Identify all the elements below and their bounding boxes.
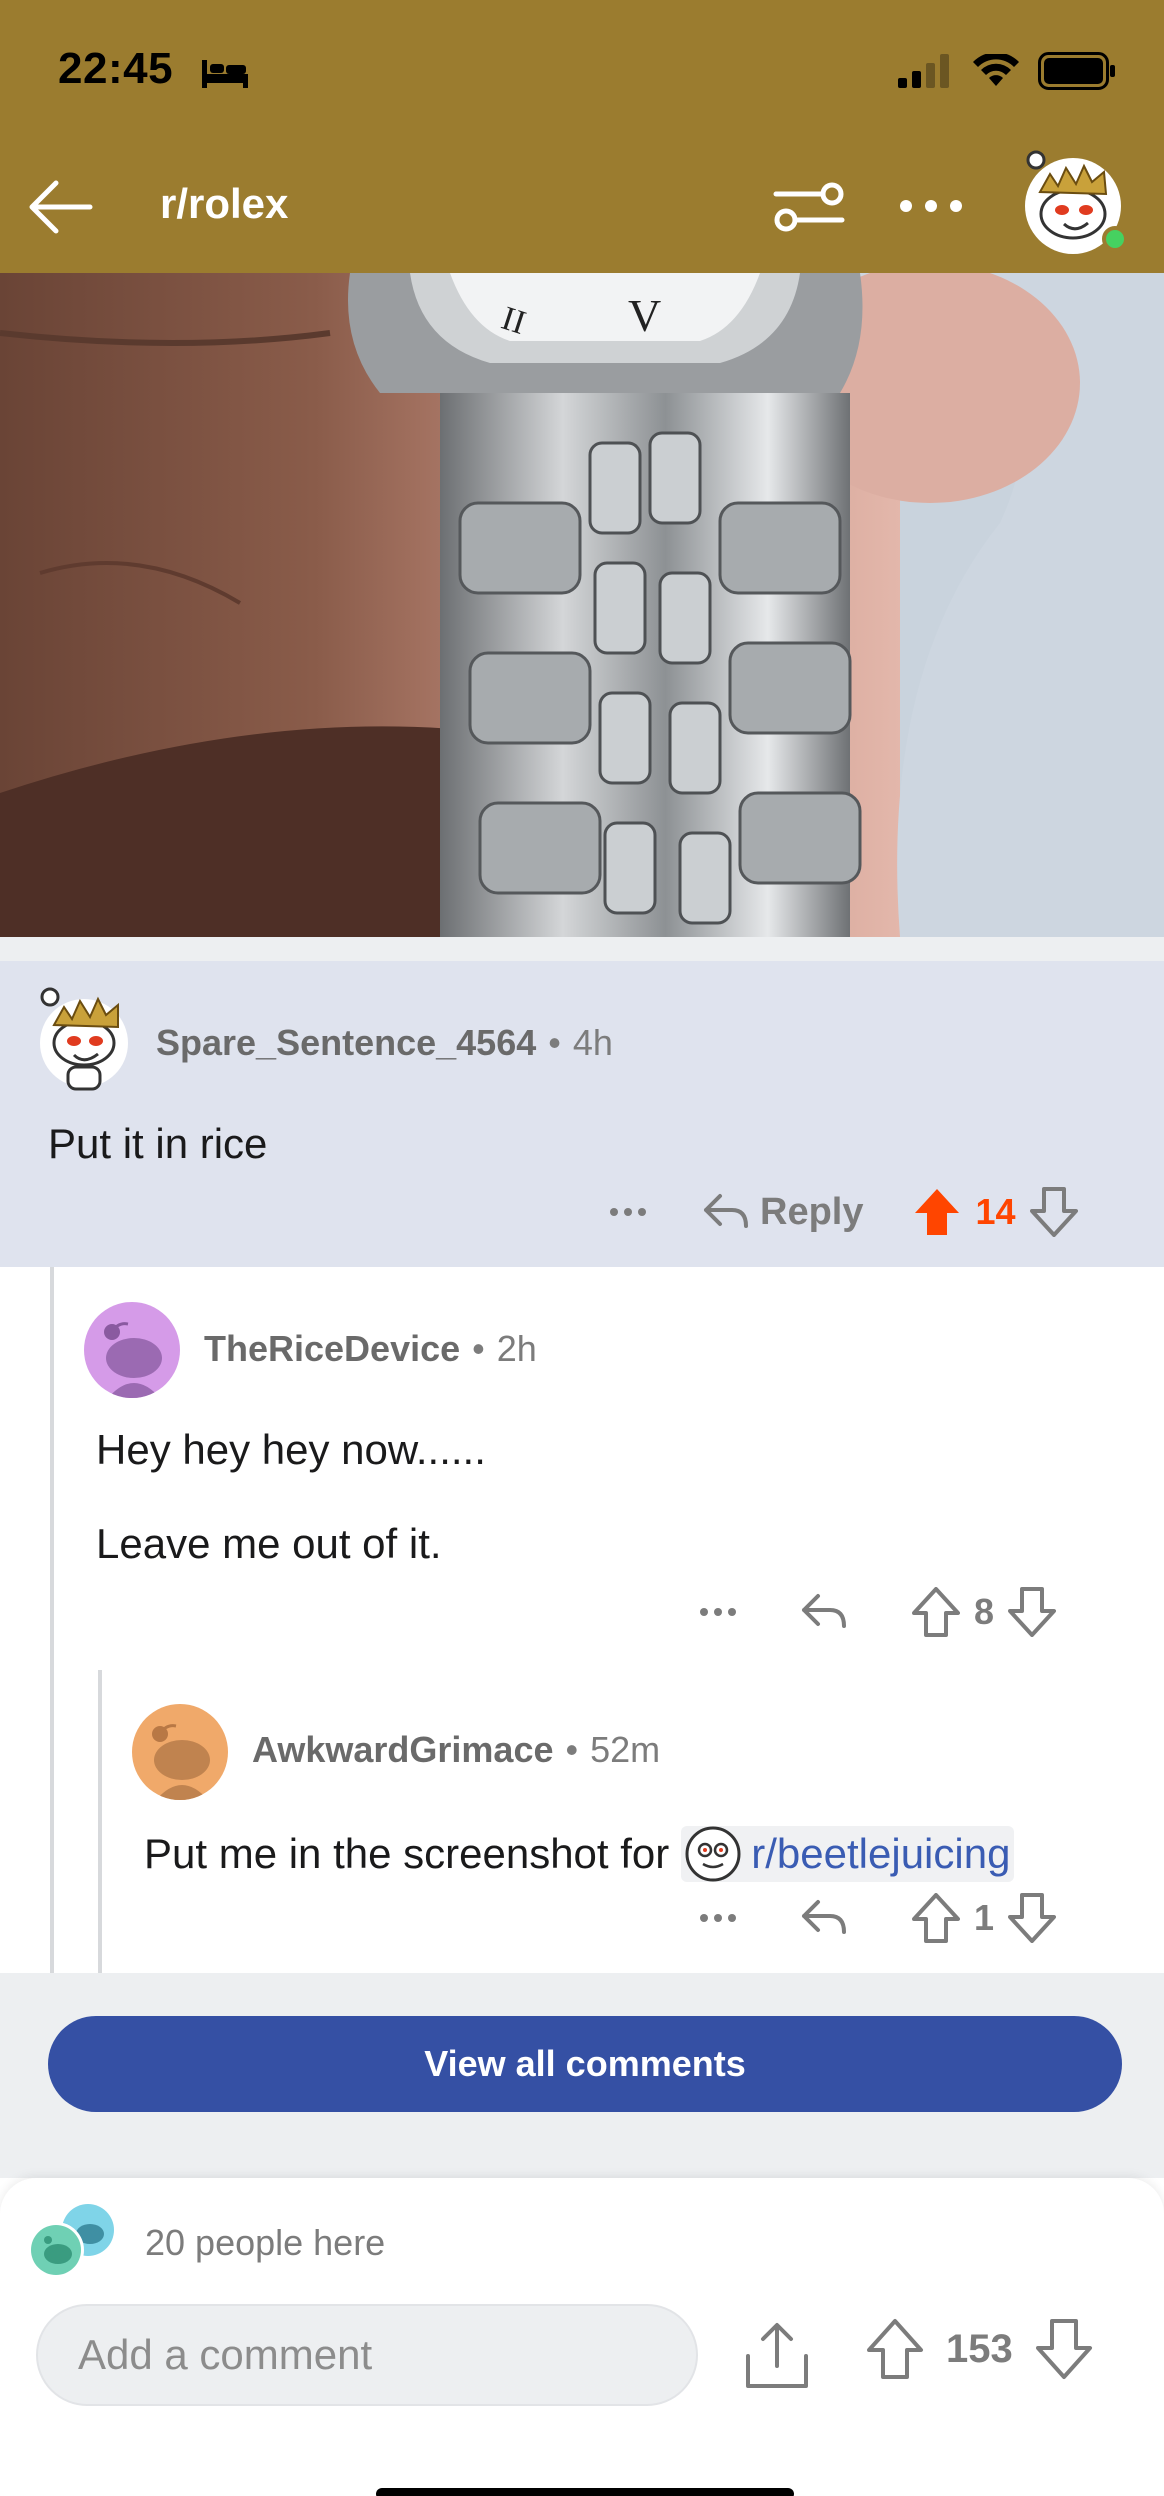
filter-icon[interactable] [772,176,846,236]
status-icons [898,52,1116,90]
subreddit-link[interactable]: r/beetlejuicing [681,1826,1015,1882]
commenter-avatar[interactable] [36,985,132,1091]
svg-text:V: V [628,290,661,341]
comment-age: 52m [590,1729,661,1770]
home-indicator [376,2488,794,2496]
upvote-icon[interactable] [912,1587,960,1637]
comment-body: Put it in rice [48,1120,268,1167]
comment-username[interactable]: AwkwardGrimace [252,1729,553,1771]
more-icon[interactable] [896,176,966,236]
comment-body-line: Leave me out of it. [96,1520,442,1567]
cellular-signal-icon [898,54,949,88]
sleep-mode-icon [202,60,248,88]
comment-meta: AwkwardGrimace • 52m [252,1729,660,1771]
back-arrow-icon[interactable] [24,172,94,242]
share-icon[interactable] [742,2320,812,2392]
snoo-avatar-icon [104,1322,162,1398]
user-avatar[interactable] [1018,146,1128,256]
comment-score: 8 [974,1591,995,1632]
comment-body-text: Put me in the screenshot for [144,1830,670,1877]
comment-actions: 8 [696,1586,1057,1638]
active-users-avatars [28,2204,114,2278]
reply-button[interactable]: Reply [702,1190,863,1234]
view-all-comments-button[interactable]: View all comments [48,2016,1122,2112]
wifi-icon [973,54,1019,86]
add-comment-input[interactable] [36,2304,698,2406]
comment-actions: 1 [696,1892,1057,1944]
battery-icon [1038,52,1115,90]
comment-score: 14 [975,1191,1016,1232]
comment-body: Put me in the screenshot for r/beetlejui… [144,1826,1015,1882]
thread-line[interactable] [50,1267,54,1973]
comment-meta: TheRiceDevice • 2h [204,1328,537,1370]
people-here-count: 20 people here [145,2222,386,2263]
post-vote-controls: 153 [866,2318,1093,2380]
comment-username[interactable]: Spare_Sentence_4564 [156,1022,536,1064]
meta-separator: • [565,1729,579,1770]
thread-line[interactable] [98,1670,102,1973]
snoo-avatar-icon [152,1724,210,1800]
commenter-avatar[interactable] [84,1302,180,1398]
comment-age: 2h [496,1328,537,1369]
meta-separator: • [472,1328,485,1369]
post-score: 153 [946,2326,1013,2371]
subreddit-link-text[interactable]: r/beetlejuicing [751,1830,1010,1878]
reply-icon[interactable] [800,1896,848,1940]
subreddit-icon [685,1826,741,1882]
separator [0,937,1164,961]
online-status-dot [1102,226,1128,252]
comment-body-line: Hey hey hey now...... [96,1426,486,1473]
reply-label: Reply [760,1190,864,1233]
downvote-icon[interactable] [1029,1187,1078,1237]
comment-actions: Reply 14 [606,1186,1078,1238]
post-image[interactable]: V II [0,273,1164,937]
reply-icon [704,1194,748,1228]
watch-photo: V II [0,273,1164,937]
snoo-avatar-icon [40,987,128,1091]
comment-score: 1 [974,1897,995,1938]
upvote-icon[interactable] [912,1893,960,1943]
downvote-icon[interactable] [1008,1893,1057,1943]
more-options-icon[interactable] [696,1892,740,1944]
reply-icon[interactable] [800,1590,848,1634]
upvote-icon[interactable] [913,1187,961,1237]
status-time: 22:45 [58,44,174,93]
comment-meta: Spare_Sentence_4564 • 4h [156,1022,613,1064]
more-options-icon[interactable] [696,1586,740,1638]
top-bar: 22:45 r/rolex [0,0,1164,273]
commenter-avatar[interactable] [132,1704,228,1800]
more-options-icon[interactable] [606,1186,650,1238]
subreddit-name[interactable]: r/rolex [160,180,288,228]
downvote-icon[interactable] [1008,1587,1057,1637]
comment-username[interactable]: TheRiceDevice [204,1328,460,1370]
post-upvote-icon[interactable] [866,2318,924,2380]
comment-age: 4h [572,1022,613,1063]
post-downvote-icon[interactable] [1035,2318,1093,2380]
meta-separator: • [548,1022,561,1063]
